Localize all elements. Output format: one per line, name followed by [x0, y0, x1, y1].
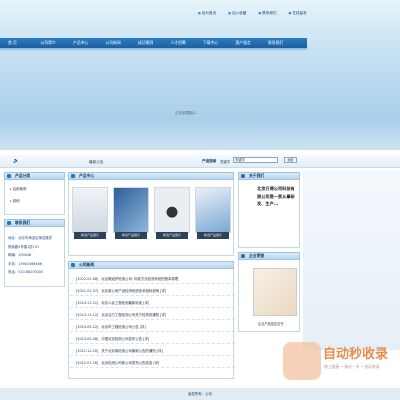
news-date: [2012-07-26]: [76, 361, 99, 365]
news-item[interactable]: [2021-01-07]北京某公司产品检测系统技术指标说明 [详]: [70, 286, 235, 296]
products-header: 产品中心: [68, 172, 234, 180]
bullet-icon: [71, 174, 75, 178]
watermark-text: 自动秒收录: [323, 347, 389, 362]
product-image[interactable]: [113, 187, 149, 233]
product-image[interactable]: [72, 187, 108, 233]
category-header: 产品分类: [4, 172, 65, 180]
right-background: [303, 170, 400, 350]
bullet-icon: [71, 263, 75, 267]
news-date: [2014-11-12]: [76, 313, 99, 317]
notice-label: 最新公告: [89, 160, 104, 164]
product-caption[interactable]: 精选产品展示: [74, 232, 106, 239]
product-caption[interactable]: 精选产品展示: [115, 232, 147, 239]
news-item[interactable]: [2014-11-12]北京活力工程检测公司关于检测的通知 [详]: [70, 310, 235, 320]
news-item[interactable]: [2014-05-22]北京市工程检测公司公告 [详]: [70, 322, 235, 332]
loading-text: 正在加载图片...: [175, 111, 199, 115]
top-links: 设为首页 加入收藏 联系我们 在线留言: [198, 11, 307, 16]
about-title: 关于我们: [249, 173, 265, 178]
news-text[interactable]: 北京检测公司新公司发布公告信息 [详]: [101, 361, 159, 365]
news-item[interactable]: [2013-05-08]中国北京检测公司发布公告 [详]: [70, 334, 235, 344]
contact-title: 联系我们: [15, 220, 31, 225]
news-text[interactable]: 北京人民工程检测最新标准 [详]: [101, 301, 149, 305]
search-button[interactable]: 搜索: [284, 157, 297, 163]
contact-line: 地址：北京市海淀区海淀路学: [8, 236, 53, 240]
product-image[interactable]: [195, 187, 231, 233]
nav-news[interactable]: 公司新闻: [106, 40, 139, 46]
nav-shine: [0, 48, 307, 51]
nav-cases[interactable]: 成功案例: [138, 40, 171, 46]
contact-link[interactable]: 联系我们: [258, 11, 276, 16]
bullet-icon: [7, 174, 11, 178]
nav-guestbook[interactable]: 客户留言: [236, 40, 269, 46]
honor-title: 企业荣誉: [249, 253, 265, 258]
contact-header: 联系我们: [4, 219, 65, 227]
news-title: 公司新闻: [79, 262, 95, 267]
main-nav: 首 页 公司简介 产品中心 公司新闻 成功案例 人才招聘 下载中心 客户留言 联…: [0, 38, 307, 48]
about-header: 关于我们: [238, 172, 300, 180]
news-date: [2022-02-08]: [76, 277, 99, 281]
add-favorite-link[interactable]: 加入收藏: [228, 11, 246, 16]
footer: 版权所有：公司: [0, 388, 400, 400]
bullet-icon: [241, 254, 245, 258]
header-banner: [0, 0, 400, 150]
news-text[interactable]: 北京某公司产品检测系统技术指标说明 [详]: [101, 289, 166, 293]
category-title: 产品分类: [15, 173, 31, 178]
nav-home[interactable]: 首 页: [8, 40, 41, 46]
search-label: 产品搜索: [202, 159, 217, 163]
nav-jobs[interactable]: 人才招聘: [171, 40, 204, 46]
contact-line: 邮编：100048: [8, 253, 32, 257]
news-item[interactable]: [2012-12-20]关于北京某检测公司最新公告的通知 [详]: [70, 346, 235, 356]
news-text[interactable]: 中国北京检测公司发布公告 [详]: [101, 337, 149, 341]
news-date: [2021-01-07]: [76, 289, 99, 293]
contact-line: 院南路5号楼1层101: [8, 244, 40, 249]
news-text[interactable]: 北京微波炉检测公司: 标准方法检测系统的基本原理: [101, 277, 178, 281]
notice-bar: [0, 155, 400, 168]
nav-download[interactable]: 下载中心: [203, 40, 236, 46]
speaker-icon: 🔈: [13, 158, 20, 164]
news-date: [2014-05-22]: [76, 325, 99, 329]
keyword-label: 关键字: [220, 160, 231, 164]
news-text[interactable]: 北京市工程检测公司公告 [详]: [101, 325, 145, 329]
certificate-image[interactable]: [253, 268, 297, 316]
contact-line: 手机：13901066466: [8, 261, 42, 266]
watermark-sub: 做上链接 一来访一次 一自动收录: [324, 364, 380, 369]
products-title: 产品中心: [79, 173, 95, 178]
news-text[interactable]: 关于北京某检测公司最新公告的通知 [详]: [101, 349, 162, 353]
news-item[interactable]: [2022-02-08]北京微波炉检测公司: 标准方法检测系统的基本原理: [70, 274, 235, 284]
set-home-link[interactable]: 设为首页: [198, 11, 216, 16]
search-input[interactable]: 关键字: [233, 157, 278, 163]
news-item[interactable]: [2014-11-21]北京人民工程检测最新标准 [详]: [70, 298, 235, 308]
honor-header: 企业荣誉: [238, 252, 300, 260]
contact-info: 地址：北京市海淀区海淀路学 院南路5号楼1层101 邮编：100048 手机：1…: [8, 234, 68, 277]
product-image[interactable]: [154, 187, 190, 233]
news-date: [2013-05-08]: [76, 337, 99, 341]
category-item[interactable]: 其他: [10, 198, 20, 203]
news-header: 公司新闻: [68, 261, 234, 269]
about-text: 北京万得公司科技有限公司是一家从事研发、生产...: [257, 186, 295, 206]
certificate-caption: 企业产品鉴定证书: [258, 322, 284, 326]
bullet-icon: [241, 174, 245, 178]
watermark-logo-icon: [283, 342, 321, 380]
product-caption[interactable]: 精选产品展示: [156, 232, 188, 239]
news-date: [2014-11-21]: [76, 301, 99, 305]
news-date: [2012-12-20]: [76, 349, 99, 353]
nav-products[interactable]: 产品中心: [73, 40, 106, 46]
bullet-icon: [7, 221, 11, 225]
nav-about[interactable]: 公司简介: [41, 40, 74, 46]
product-caption[interactable]: 精选产品展示: [197, 232, 229, 239]
contact-line: 电话：010-68209200: [8, 270, 44, 274]
category-item[interactable]: 应用案例: [10, 186, 27, 191]
news-item[interactable]: [2012-07-26]北京检测公司新公司发布公告信息 [详]: [70, 358, 235, 368]
message-link[interactable]: 在线留言: [289, 11, 306, 16]
nav-contact[interactable]: 联系我们: [268, 40, 301, 46]
news-text[interactable]: 北京活力工程检测公司关于检测的通知 [详]: [101, 313, 166, 317]
